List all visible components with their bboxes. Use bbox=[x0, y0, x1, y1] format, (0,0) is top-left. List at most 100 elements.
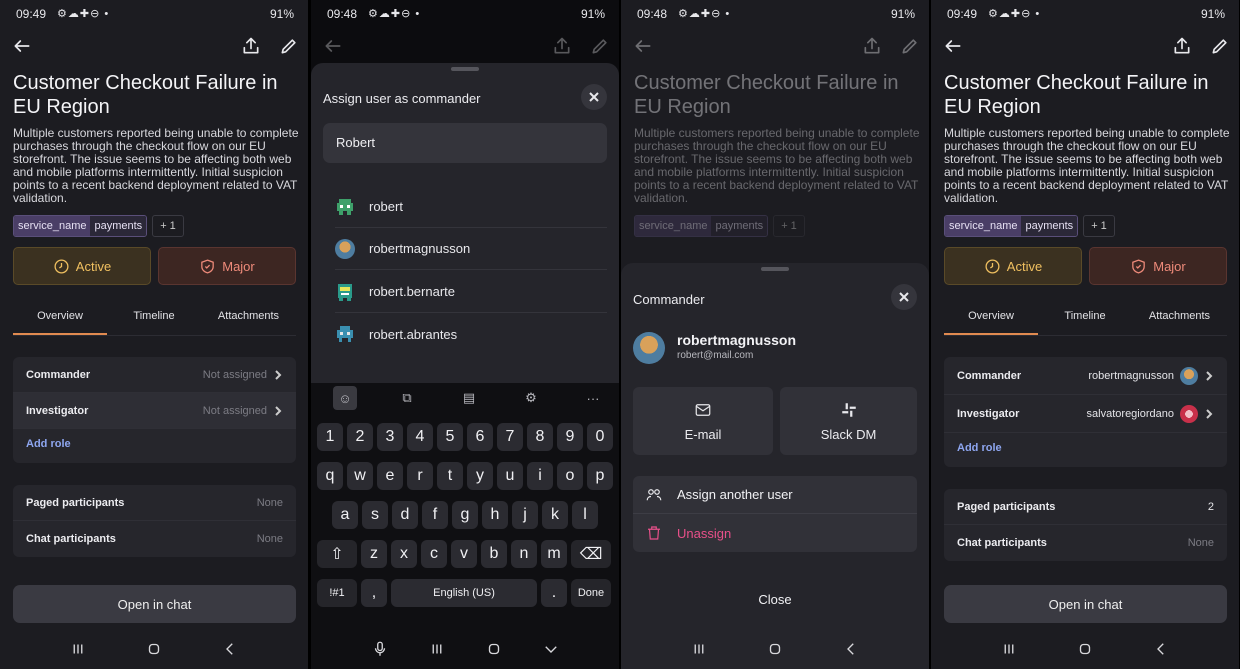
service-tag[interactable]: service_name payments bbox=[944, 215, 1079, 237]
key[interactable]: 7 bbox=[497, 423, 523, 451]
key[interactable]: t bbox=[437, 462, 463, 490]
hide-keyboard-icon[interactable] bbox=[542, 640, 560, 658]
more-options-icon[interactable]: ··· bbox=[581, 386, 605, 410]
key[interactable]: x bbox=[391, 540, 417, 568]
chat-participants-row[interactable]: Chat participants None bbox=[13, 521, 296, 557]
sheet-handle[interactable] bbox=[451, 67, 479, 71]
sheet-handle[interactable] bbox=[761, 267, 789, 271]
key[interactable]: 8 bbox=[527, 423, 553, 451]
share-icon[interactable] bbox=[239, 34, 263, 58]
recent-apps-icon[interactable] bbox=[1000, 640, 1018, 658]
paged-participants-row[interactable]: Paged participants None bbox=[13, 485, 296, 521]
space-key[interactable]: English (US) bbox=[391, 579, 537, 607]
key[interactable]: z bbox=[361, 540, 387, 568]
key[interactable]: 5 bbox=[437, 423, 463, 451]
user-search-input[interactable]: Robert bbox=[323, 123, 607, 163]
paged-participants-row[interactable]: Paged participants 2 bbox=[944, 489, 1227, 525]
comma-key[interactable]: , bbox=[361, 579, 387, 607]
shift-key-icon[interactable]: ⇧ bbox=[317, 540, 357, 568]
close-sheet-button[interactable] bbox=[891, 284, 917, 310]
key[interactable]: q bbox=[317, 462, 343, 490]
open-in-chat-button[interactable]: Open in chat bbox=[944, 585, 1227, 623]
investigator-row[interactable]: Investigator salvatoregiordano bbox=[944, 395, 1227, 433]
recent-apps-icon[interactable] bbox=[428, 640, 446, 658]
key[interactable]: j bbox=[512, 501, 538, 529]
unassign-button[interactable]: Unassign bbox=[633, 514, 917, 552]
key[interactable]: e bbox=[377, 462, 403, 490]
clipboard-icon[interactable]: ▤ bbox=[457, 386, 481, 410]
key[interactable]: g bbox=[452, 501, 478, 529]
user-option-robert-abrantes[interactable]: robert.abrantes bbox=[335, 313, 607, 355]
period-key[interactable]: . bbox=[541, 579, 567, 607]
emoji-icon[interactable]: ☺ bbox=[333, 386, 357, 410]
key[interactable]: f bbox=[422, 501, 448, 529]
home-icon[interactable] bbox=[485, 640, 503, 658]
edit-pencil-icon[interactable] bbox=[1208, 34, 1232, 58]
recent-apps-icon[interactable] bbox=[69, 640, 87, 658]
key[interactable]: o bbox=[557, 462, 583, 490]
edit-pencil-icon[interactable] bbox=[277, 34, 301, 58]
recent-apps-icon[interactable] bbox=[690, 640, 708, 658]
key[interactable]: w bbox=[347, 462, 373, 490]
symbols-key[interactable]: !#1 bbox=[317, 579, 357, 607]
home-icon[interactable] bbox=[766, 640, 784, 658]
more-tags-badge[interactable]: + 1 bbox=[152, 215, 184, 237]
backspace-key-icon[interactable]: ⌫ bbox=[571, 540, 611, 568]
settings-gear-icon[interactable]: ⚙ bbox=[519, 386, 543, 410]
more-tags-badge[interactable]: + 1 bbox=[1083, 215, 1115, 237]
key[interactable]: b bbox=[481, 540, 507, 568]
key[interactable]: 9 bbox=[557, 423, 583, 451]
home-icon[interactable] bbox=[1076, 640, 1094, 658]
chat-participants-row[interactable]: Chat participants None bbox=[944, 525, 1227, 561]
back-arrow-icon[interactable] bbox=[941, 34, 965, 58]
commander-row[interactable]: Commander robertmagnusson bbox=[944, 357, 1227, 395]
key[interactable]: 6 bbox=[467, 423, 493, 451]
severity-major-button[interactable]: Major bbox=[158, 247, 296, 285]
key[interactable]: v bbox=[451, 540, 477, 568]
key[interactable]: a bbox=[332, 501, 358, 529]
back-nav-icon[interactable] bbox=[1152, 640, 1170, 658]
key[interactable]: k bbox=[542, 501, 568, 529]
share-icon[interactable] bbox=[1170, 34, 1194, 58]
key[interactable]: y bbox=[467, 462, 493, 490]
service-tag[interactable]: service_name payments bbox=[13, 215, 148, 237]
tab-overview[interactable]: Overview bbox=[13, 306, 107, 335]
sticker-icon[interactable]: ⧉ bbox=[395, 386, 419, 410]
back-nav-icon[interactable] bbox=[221, 640, 239, 658]
user-option-robert-bernarte[interactable]: robert.bernarte bbox=[335, 271, 607, 313]
add-role-button[interactable]: Add role bbox=[13, 429, 296, 463]
key[interactable]: d bbox=[392, 501, 418, 529]
status-active-button[interactable]: Active bbox=[944, 247, 1082, 285]
assign-another-user-button[interactable]: Assign another user bbox=[633, 476, 917, 514]
microphone-icon[interactable] bbox=[371, 640, 389, 658]
tab-attachments[interactable]: Attachments bbox=[201, 306, 296, 335]
key[interactable]: 0 bbox=[587, 423, 613, 451]
key[interactable]: 3 bbox=[377, 423, 403, 451]
slack-dm-button[interactable]: Slack DM bbox=[780, 387, 917, 455]
back-arrow-icon[interactable] bbox=[10, 34, 34, 58]
severity-major-button[interactable]: Major bbox=[1089, 247, 1227, 285]
close-button[interactable]: Close bbox=[621, 592, 929, 607]
key[interactable]: 4 bbox=[407, 423, 433, 451]
key[interactable]: m bbox=[541, 540, 567, 568]
key[interactable]: l bbox=[572, 501, 598, 529]
close-sheet-button[interactable] bbox=[581, 84, 607, 110]
key[interactable]: i bbox=[527, 462, 553, 490]
home-icon[interactable] bbox=[145, 640, 163, 658]
tab-attachments[interactable]: Attachments bbox=[1132, 306, 1227, 335]
user-option-robert[interactable]: robert bbox=[335, 186, 607, 228]
tab-overview[interactable]: Overview bbox=[944, 306, 1038, 335]
add-role-button[interactable]: Add role bbox=[944, 433, 1227, 467]
tab-timeline[interactable]: Timeline bbox=[1038, 306, 1132, 335]
key[interactable]: p bbox=[587, 462, 613, 490]
commander-row[interactable]: Commander Not assigned bbox=[13, 357, 296, 393]
key[interactable]: n bbox=[511, 540, 537, 568]
key[interactable]: s bbox=[362, 501, 388, 529]
key[interactable]: u bbox=[497, 462, 523, 490]
back-nav-icon[interactable] bbox=[842, 640, 860, 658]
done-key[interactable]: Done bbox=[571, 579, 611, 607]
key[interactable]: c bbox=[421, 540, 447, 568]
open-in-chat-button[interactable]: Open in chat bbox=[13, 585, 296, 623]
user-option-robertmagnusson[interactable]: robertmagnusson bbox=[335, 228, 607, 270]
email-button[interactable]: E-mail bbox=[633, 387, 773, 455]
